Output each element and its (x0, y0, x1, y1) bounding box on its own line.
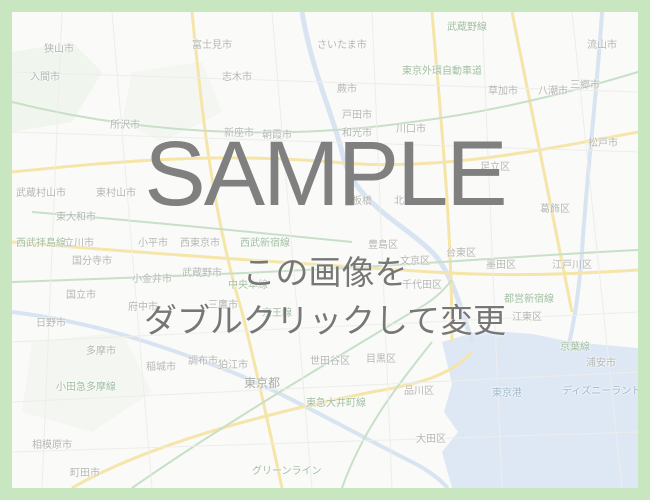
map-label: 狛江市 (218, 360, 248, 371)
instruction-line-1: この画像を (242, 253, 408, 292)
map-label: 蕨市 (337, 84, 357, 95)
sample-watermark: SAMPLE (144, 123, 507, 225)
map-label: 相模原市 (32, 440, 72, 451)
map-label: 三郷市 (570, 80, 600, 91)
map-label: 東京都 (244, 376, 281, 390)
map-label: 小田急多摩線 (56, 382, 116, 393)
map-label: 西武新宿線 (240, 238, 290, 249)
map-label: 東京外環自動車道 (402, 66, 482, 77)
map-label: 品川区 (404, 386, 434, 397)
map-label: 富士見市 (192, 40, 232, 51)
map-label: 目黒区 (366, 354, 396, 365)
map-label: 東京港 (492, 388, 522, 399)
map-label: 狭山市 (44, 44, 74, 55)
map-label: 入間市 (30, 72, 60, 83)
map-label: 浦安市 (586, 358, 616, 369)
map-label: 武蔵野線 (447, 22, 487, 33)
map-label: 大田区 (416, 434, 446, 445)
map-label: 都営新宿線 (504, 294, 554, 305)
map-label: 流山市 (587, 40, 617, 51)
map-label: 西武拝島線 (16, 238, 66, 249)
map-label: 小平市 (138, 238, 168, 249)
map-label: さいたま市 (317, 40, 367, 51)
map-label: 町田市 (70, 468, 100, 479)
map-label: 西東京市 (180, 238, 220, 249)
map-label: 東急大井町線 (306, 398, 366, 409)
map-label: グリーンライン (252, 466, 322, 477)
map-label: 八潮市 (538, 86, 568, 97)
map-label: 稲城市 (146, 362, 176, 373)
map-label: 世田谷区 (310, 356, 350, 367)
map-label: 戸田市 (342, 110, 372, 121)
map-label: 調布市 (188, 356, 218, 367)
map-label: 京葉線 (560, 342, 590, 353)
map-label: 立川市 (64, 238, 94, 249)
map-image[interactable]: 武蔵野線さいたま市 富士見市 流山市 狭山市入間市 志木市 東京外環自動車道蕨市 草加市 八潮… (12, 12, 638, 488)
map-label: 志木市 (222, 72, 252, 83)
map-label: 多摩市 (86, 346, 116, 357)
map-label: ディズニーランド (562, 386, 638, 397)
instruction-line-2: ダブルクリックして変更 (143, 301, 506, 340)
map-label: 草加市 (488, 86, 518, 97)
map-label: 豊島区 (368, 240, 398, 251)
